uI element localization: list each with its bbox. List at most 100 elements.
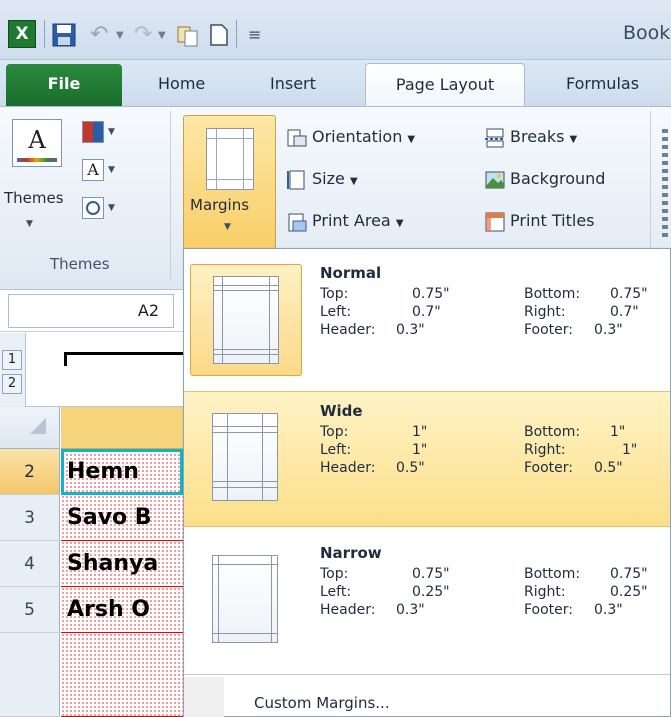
row-header[interactable]: 5 <box>0 587 60 633</box>
tab-file[interactable]: File <box>6 64 122 106</box>
bottom-label: Bottom: <box>524 566 581 582</box>
next-group-edge <box>662 129 668 239</box>
outline-group-tick <box>64 352 67 366</box>
breaks-icon[interactable] <box>484 127 506 149</box>
print-titles-button[interactable]: Print Titles <box>510 211 595 230</box>
margins-icon <box>206 128 254 190</box>
toolbar-separator <box>236 20 237 48</box>
top-value: 0.75" <box>412 286 450 302</box>
size-button[interactable]: Size ▼ <box>312 169 358 188</box>
undo-dropdown-icon[interactable]: ▼ <box>116 30 124 41</box>
colors-dropdown-icon[interactable]: ▼ <box>108 127 115 137</box>
name-box[interactable]: A2 <box>8 294 174 328</box>
customize-toolbar-icon[interactable]: ≡ <box>248 22 262 48</box>
row-header[interactable] <box>0 633 60 717</box>
margin-option-narrow[interactable]: Narrow Top: 0.75" Bottom: 0.75" Left: 0.… <box>184 534 670 670</box>
bottom-label: Bottom: <box>524 286 581 302</box>
option-title: Narrow <box>320 544 382 562</box>
bottom-value: 1" <box>610 424 626 440</box>
left-label: Left: <box>320 304 352 320</box>
orientation-icon[interactable] <box>286 127 308 149</box>
tab-home[interactable]: Home <box>158 74 205 93</box>
cell-a5[interactable]: Arsh O <box>61 587 183 633</box>
breaks-button[interactable]: Breaks ▼ <box>510 127 577 146</box>
wide-margins-icon <box>212 413 278 501</box>
custom-margins-menu-item[interactable]: Custom Margins... <box>254 694 390 712</box>
cell-a3[interactable]: Savo B <box>61 495 183 541</box>
footer-value: 0.3" <box>594 322 623 338</box>
right-label: Right: <box>524 304 566 320</box>
footer-value: 0.3" <box>594 602 623 618</box>
copy-icon[interactable] <box>176 22 200 48</box>
top-value: 0.75" <box>412 566 450 582</box>
themes-dropdown-icon[interactable]: ▼ <box>26 219 33 229</box>
bottom-value: 0.75" <box>610 566 648 582</box>
left-value: 0.7" <box>412 304 441 320</box>
effects-icon[interactable] <box>82 197 104 219</box>
bottom-value: 0.75" <box>610 286 648 302</box>
menu-divider <box>184 674 670 675</box>
tab-insert[interactable]: Insert <box>270 74 316 93</box>
breaks-label: Breaks <box>510 127 565 146</box>
cell-a6[interactable] <box>61 633 183 717</box>
ribbon-tab-row: File Home Insert Page Layout Formulas <box>0 60 671 107</box>
header-value: 0.5" <box>396 460 425 476</box>
window-title: Book <box>623 22 671 44</box>
left-label: Left: <box>320 442 352 458</box>
cell-a4[interactable]: Shanya <box>61 541 183 587</box>
menu-icon-gutter <box>184 677 224 717</box>
right-value: 1" <box>622 442 638 458</box>
margins-label: Margins <box>190 196 250 214</box>
right-value: 0.25" <box>610 584 648 600</box>
row-header[interactable]: 3 <box>0 495 60 541</box>
background-button[interactable]: Background <box>510 169 605 188</box>
orientation-label: Orientation <box>312 127 403 146</box>
tab-page-layout[interactable]: Page Layout <box>365 63 525 107</box>
background-icon[interactable] <box>484 169 506 191</box>
print-titles-icon[interactable] <box>484 211 506 233</box>
redo-dropdown-icon[interactable]: ▼ <box>158 30 166 41</box>
outline-level-2-button[interactable]: 2 <box>2 374 22 394</box>
header-label: Header: <box>320 460 376 476</box>
wide-thumbnail-frame <box>190 402 302 514</box>
save-icon[interactable] <box>52 22 76 48</box>
left-value: 0.25" <box>412 584 450 600</box>
tab-formulas[interactable]: Formulas <box>566 74 639 93</box>
footer-label: Footer: <box>524 602 574 618</box>
redo-icon[interactable]: ↷ <box>134 22 154 48</box>
fonts-icon[interactable]: A <box>82 159 104 181</box>
quick-access-toolbar: X ↶ ▼ ↷ ▼ ≡ Book <box>0 0 671 60</box>
fonts-dropdown-icon[interactable]: ▼ <box>108 165 115 175</box>
toolbar-separator <box>44 20 45 48</box>
column-header-a[interactable] <box>61 407 183 449</box>
new-document-icon[interactable] <box>208 22 230 48</box>
fonts-glyph: A <box>87 160 99 179</box>
margin-option-normal[interactable]: Normal Top: 0.75" Bottom: 0.75" Left: 0.… <box>184 254 670 390</box>
header-label: Header: <box>320 322 376 338</box>
top-label: Top: <box>320 566 349 582</box>
print-area-icon[interactable] <box>286 211 308 233</box>
excel-logo-icon[interactable]: X <box>8 20 36 48</box>
size-dropdown-icon: ▼ <box>349 176 358 187</box>
colors-icon[interactable] <box>82 121 104 143</box>
themes-glyph: A <box>28 126 46 154</box>
margin-option-wide[interactable]: Wide Top: 1" Bottom: 1" Left: 1" Right: … <box>184 391 670 527</box>
effects-dropdown-icon[interactable]: ▼ <box>108 203 115 213</box>
print-area-button[interactable]: Print Area ▼ <box>312 211 404 230</box>
cell-a2[interactable]: Hemn <box>61 449 183 495</box>
orientation-dropdown-icon: ▼ <box>407 134 416 145</box>
themes-button-label[interactable]: Themes <box>4 189 64 207</box>
header-value: 0.3" <box>396 322 425 338</box>
undo-icon[interactable]: ↶ <box>90 22 110 48</box>
print-area-dropdown-icon: ▼ <box>395 218 404 229</box>
size-icon[interactable] <box>286 169 308 191</box>
row-header[interactable]: 2 <box>0 449 60 495</box>
size-label: Size <box>312 169 345 188</box>
top-label: Top: <box>320 424 349 440</box>
outline-level-1-button[interactable]: 1 <box>2 350 22 370</box>
themes-icon[interactable]: A <box>12 119 62 167</box>
row-header[interactable]: 4 <box>0 541 60 587</box>
narrow-margins-icon <box>212 555 278 643</box>
orientation-button[interactable]: Orientation ▼ <box>312 127 415 146</box>
right-value: 0.7" <box>610 304 639 320</box>
